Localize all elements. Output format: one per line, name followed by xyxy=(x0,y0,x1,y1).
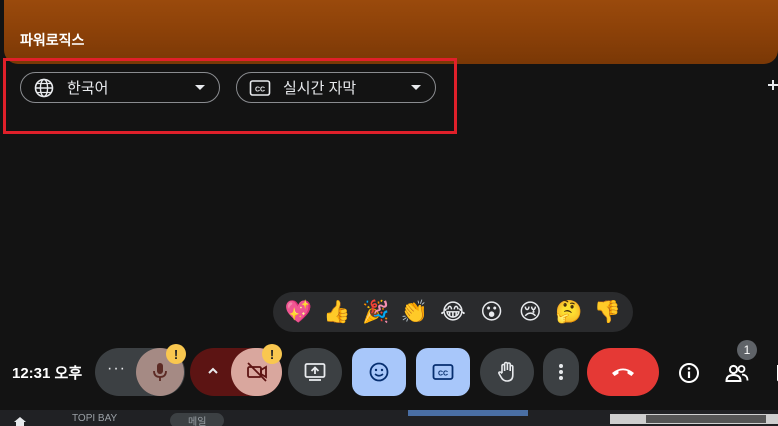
hang-up-icon xyxy=(612,368,634,376)
reactions-button[interactable] xyxy=(352,348,406,396)
camera-warning-badge: ! xyxy=(262,344,282,364)
plus-icon[interactable] xyxy=(768,76,778,99)
participant-video-tile: 파워로직스 xyxy=(4,0,778,64)
mic-warning-badge: ! xyxy=(166,344,186,364)
reaction-thumbs-up[interactable]: 👍 xyxy=(320,295,354,329)
captions-button[interactable]: CC xyxy=(416,348,470,396)
caption-mode-label: 실시간 자막 xyxy=(283,80,357,97)
os-taskbar: TOPI BAY 메일 xyxy=(0,410,778,426)
reaction-crying[interactable]: 😢 xyxy=(513,295,547,329)
reaction-party-popper[interactable]: 🎉 xyxy=(359,295,393,329)
reaction-bar: 💖 👍 🎉 👏 😂 😮 😢 🤔 👎 xyxy=(273,292,633,332)
taskbar-item[interactable]: 메일 xyxy=(170,413,225,426)
meeting-info-button[interactable] xyxy=(676,360,702,386)
reaction-thinking[interactable]: 🤔 xyxy=(552,295,586,329)
chevron-up-icon[interactable] xyxy=(206,364,220,383)
scrollbar-thumb[interactable] xyxy=(646,415,766,423)
caption-mode-select[interactable]: CC 실시간 자막 xyxy=(236,72,436,103)
horizontal-scrollbar[interactable] xyxy=(610,414,778,424)
participants-button[interactable] xyxy=(724,360,750,386)
participant-name: 파워로직스 xyxy=(20,32,85,48)
reaction-sparkling-heart[interactable]: 💖 xyxy=(281,295,315,329)
info-icon xyxy=(679,363,699,383)
leave-call-button[interactable] xyxy=(587,348,659,396)
taskbar-active-indicator xyxy=(408,410,528,416)
people-icon xyxy=(725,364,749,382)
closed-caption-icon: CC xyxy=(249,77,271,99)
more-options-button[interactable] xyxy=(543,348,579,396)
raise-hand-icon xyxy=(498,361,514,382)
reaction-tears-of-joy[interactable]: 😂 xyxy=(436,295,470,329)
svg-text:CC: CC xyxy=(255,86,265,93)
reaction-clapping-hands[interactable]: 👏 xyxy=(397,295,431,329)
caption-language-label: 한국어 xyxy=(67,80,109,97)
raise-hand-button[interactable] xyxy=(480,348,534,396)
meeting-clock: 12:31 오후 xyxy=(12,365,83,382)
globe-icon xyxy=(33,77,55,99)
audio-options-button[interactable]: ··· xyxy=(107,360,126,378)
participants-count-badge: 1 xyxy=(737,340,757,360)
reaction-thumbs-down[interactable]: 👎 xyxy=(591,295,625,329)
home-icon[interactable] xyxy=(14,414,26,426)
smiley-icon xyxy=(369,362,389,382)
camera-off-icon xyxy=(246,362,267,382)
caption-language-select[interactable]: 한국어 xyxy=(20,72,220,103)
microphone-icon xyxy=(153,363,167,381)
closed-caption-icon: CC xyxy=(432,364,454,380)
present-screen-button[interactable] xyxy=(288,348,342,396)
reaction-surprised[interactable]: 😮 xyxy=(475,295,509,329)
taskbar-item[interactable]: TOPI BAY xyxy=(72,413,117,424)
svg-text:CC: CC xyxy=(438,371,448,378)
chat-button[interactable] xyxy=(768,360,778,386)
dropdown-arrow-icon xyxy=(195,85,205,90)
dropdown-arrow-icon xyxy=(411,85,421,90)
present-screen-icon xyxy=(304,363,326,381)
more-vert-icon xyxy=(559,364,563,380)
